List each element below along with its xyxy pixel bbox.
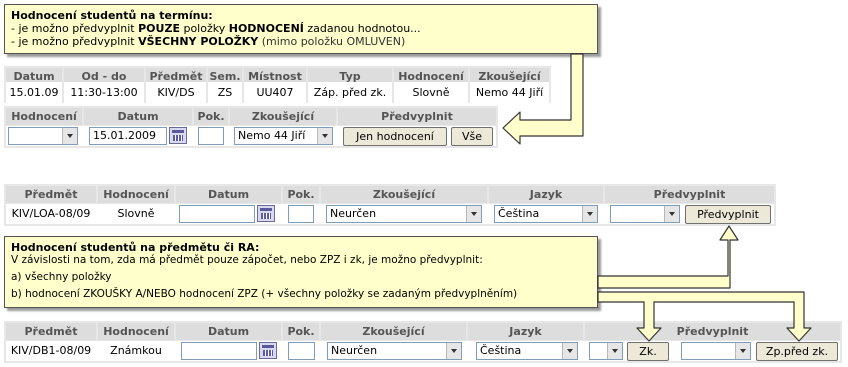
term-cell-hodnoceni: Slovně	[394, 82, 468, 103]
term-form-header-datum: Datum	[84, 108, 192, 125]
tooltip-subject-help: Hodnocení studentů na předmětu či RA: V …	[4, 236, 598, 308]
subj2-hodnoceni: Známkou	[110, 344, 162, 357]
term-cell-zkousejici: Nemo 44 Jiří	[470, 82, 549, 103]
term-form-header-pok: Pok.	[194, 108, 228, 125]
subj1-datum-input[interactable]	[179, 205, 255, 223]
term-datum-input[interactable]: 15.01.2009	[89, 127, 167, 145]
chevron-down-icon	[62, 128, 77, 144]
subj2-header-predvyplnit: Předvyplnit	[585, 323, 840, 340]
term-pok-input[interactable]	[198, 127, 224, 145]
calendar-icon[interactable]	[257, 205, 275, 222]
calendar-icon[interactable]	[259, 342, 277, 359]
subj2-header-predmet: Předmět	[6, 323, 96, 340]
term-form-header-predvyplnit: Předvyplnit	[338, 108, 496, 125]
term-cell-typ: Záp. před zk.	[308, 82, 392, 103]
term-cell-sem: ZS	[208, 82, 242, 103]
subj1-predmet: KIV/LOA-08/09	[11, 207, 91, 220]
tooltip-term-line2: - je možno předvyplnit VŠECHNY POLOŽKY (…	[11, 35, 406, 48]
term-cell-datum: 15.01.09	[6, 82, 62, 103]
vse-button[interactable]: Vše	[451, 127, 493, 146]
subj2-predmet: KIV/DB1-08/09	[10, 344, 92, 357]
jen-hodnoceni-button[interactable]: Jen hodnocení	[343, 127, 447, 146]
calendar-icon[interactable]	[169, 127, 187, 144]
chevron-down-icon	[446, 343, 461, 359]
subj2-zkousejici-select[interactable]: Neurčen	[327, 342, 462, 360]
tooltip-subject-line3: b) hodnocení ZKOUŠKY A/NEBO hodnocení ZP…	[11, 288, 518, 300]
subj1-header-datum: Datum	[176, 186, 281, 203]
arrow-to-predvyplnit	[597, 225, 739, 289]
term-cell-mistnost: UU407	[244, 82, 306, 103]
term-form-header-hodnoceni: Hodnocení	[6, 108, 82, 125]
subj1-hodnoceni: Slovně	[117, 207, 155, 220]
tooltip-subject-line1: V závislosti na tom, zda má předmět pouz…	[11, 254, 483, 266]
chevron-down-icon	[562, 343, 577, 359]
term-cell-predmet: KIV/DS	[146, 82, 206, 103]
subj2-zk-select[interactable]	[589, 342, 623, 360]
term-form-header-zkousejici: Zkoušející	[230, 108, 336, 125]
subj1-header-predmet: Předmět	[6, 186, 96, 203]
tooltip-term-help: Hodnocení studentů na termínu: - je možn…	[4, 4, 598, 54]
chevron-down-icon	[466, 206, 481, 222]
chevron-down-icon	[664, 206, 679, 222]
term-zkousejici-select[interactable]: Nemo 44 Jiří	[234, 127, 333, 145]
subj1-jazyk-select[interactable]: Čeština	[494, 205, 598, 223]
chevron-down-icon	[317, 128, 332, 144]
subj2-header-jazyk: Jazyk	[468, 323, 583, 340]
zp-pred-zk-button[interactable]: Zp.před zk.	[756, 342, 838, 361]
subj1-header-jazyk: Jazyk	[489, 186, 603, 203]
chevron-down-icon	[582, 206, 597, 222]
term-hodnoceni-select[interactable]	[8, 127, 78, 145]
subj2-jazyk-select[interactable]: Čeština	[476, 342, 578, 360]
tooltip-term-line1: - je možno předvyplnit POUZE položky HOD…	[11, 22, 421, 35]
subj1-header-predvyplnit: Předvyplnit	[605, 186, 774, 203]
subj2-zpz-select[interactable]	[681, 342, 751, 360]
predvyplnit-button[interactable]: Předvyplnit	[685, 205, 771, 224]
tooltip-term-title: Hodnocení studentů na termínu:	[11, 9, 213, 22]
subj1-header-zkousejici: Zkoušející	[321, 186, 487, 203]
subj1-predvyplnit-select[interactable]	[610, 205, 680, 223]
subj1-pok-input[interactable]	[288, 205, 314, 223]
subj2-header-zkousejici: Zkoušející	[321, 323, 466, 340]
subj1-header-pok: Pok.	[283, 186, 319, 203]
subj2-header-pok: Pok.	[283, 323, 319, 340]
tooltip-subject-title: Hodnocení studentů na předmětu či RA:	[11, 241, 260, 254]
subj2-header-hodnoceni: Hodnocení	[98, 323, 174, 340]
subj2-datum-input[interactable]	[181, 342, 257, 360]
subj2-header-datum: Datum	[176, 323, 281, 340]
term-cell-od-do: 11:30-13:00	[64, 82, 144, 103]
chevron-down-icon	[735, 343, 750, 359]
subj1-zkousejici-select[interactable]: Neurčen	[326, 205, 482, 223]
chevron-down-icon	[607, 343, 622, 359]
subj1-header-hodnoceni: Hodnocení	[98, 186, 174, 203]
subj2-pok-input[interactable]	[288, 342, 315, 360]
tooltip-subject-line2: a) všechny položky	[11, 271, 112, 283]
zk-button[interactable]: Zk.	[627, 342, 669, 361]
